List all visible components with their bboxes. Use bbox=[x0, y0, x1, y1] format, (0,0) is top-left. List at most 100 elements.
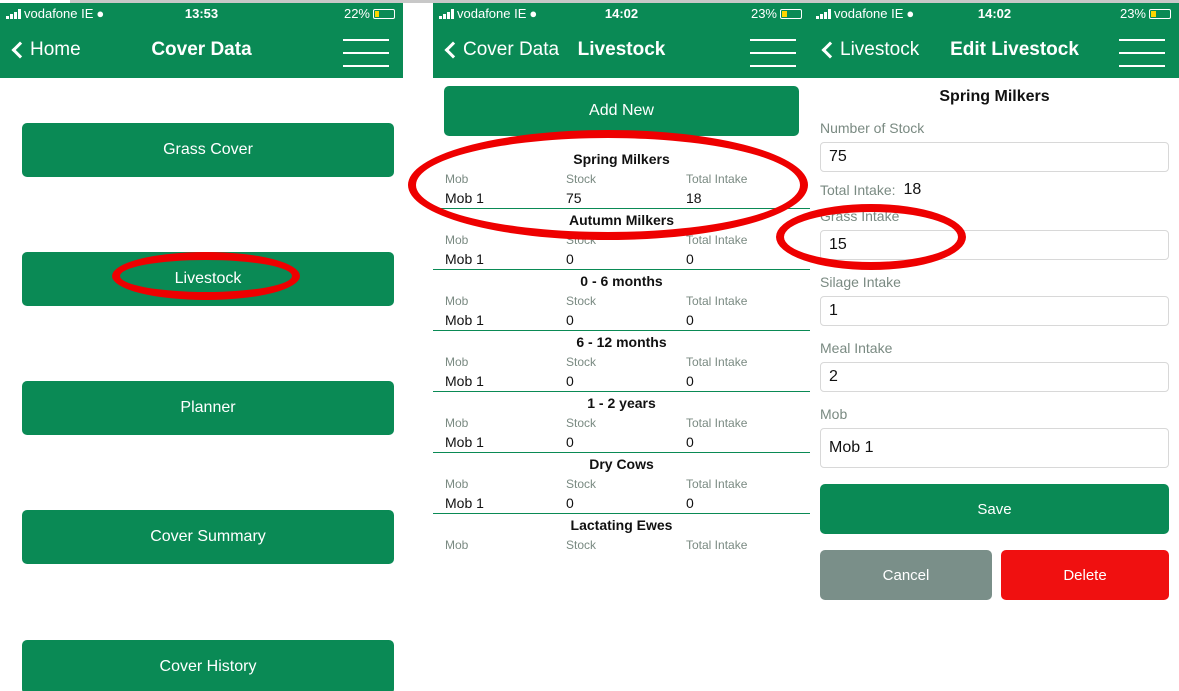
stock-header: Stock bbox=[566, 233, 597, 247]
nav-bar: Livestock Edit Livestock bbox=[810, 23, 1179, 78]
total-intake-header: Total Intake bbox=[686, 477, 748, 491]
hamburger-menu-icon[interactable] bbox=[343, 39, 389, 69]
stock-value: 0 bbox=[566, 251, 574, 267]
header: vodafone IE ● 14:02 23% Cover Data Lives… bbox=[433, 3, 810, 78]
total-intake-value: 0 bbox=[686, 251, 694, 267]
total-intake-header: Total Intake bbox=[686, 416, 748, 430]
livestock-group[interactable]: 6 - 12 months Mob Stock Total Intake Mob 1… bbox=[433, 331, 810, 392]
mob-header: Mob bbox=[445, 294, 469, 308]
mob-header: Mob bbox=[445, 233, 469, 247]
nav-bar: Cover Data Livestock bbox=[433, 23, 810, 78]
stock-value: 0 bbox=[566, 312, 574, 328]
silage-intake-input[interactable]: 1 bbox=[820, 296, 1169, 326]
edit-form: Spring Milkers Number of Stock 75 Total … bbox=[810, 88, 1179, 600]
number-of-stock-input[interactable]: 75 bbox=[820, 142, 1169, 172]
hamburger-menu-icon[interactable] bbox=[750, 39, 796, 69]
mob-value: Mob 1 bbox=[445, 373, 484, 389]
total-intake-header: Total Intake bbox=[686, 172, 748, 186]
mob-header: Mob bbox=[445, 416, 469, 430]
total-intake-value: 18 bbox=[903, 181, 922, 198]
livestock-group[interactable]: Autumn Milkers Mob Stock Total Intake Mob … bbox=[433, 209, 810, 270]
header: vodafone IE ● 13:53 22% Home Cover Data bbox=[0, 3, 403, 78]
mob-header: Mob bbox=[445, 172, 469, 186]
silage-intake-label: Silage Intake bbox=[820, 274, 901, 290]
livestock-list: Spring Milkers Mob Stock Total Intake Mob … bbox=[433, 148, 810, 554]
planner-button[interactable]: Planner bbox=[22, 381, 394, 435]
mob-input[interactable]: Mob 1 bbox=[820, 428, 1169, 468]
header: vodafone IE ● 14:02 23% Livestock Edit L… bbox=[810, 3, 1179, 78]
status-bar: vodafone IE ● 13:53 22% bbox=[0, 3, 403, 23]
total-intake-value: 0 bbox=[686, 434, 694, 450]
cover-summary-button[interactable]: Cover Summary bbox=[22, 510, 394, 564]
group-title: Lactating Ewes bbox=[570, 517, 673, 533]
cover-history-button[interactable]: Cover History bbox=[22, 640, 394, 691]
battery-icon bbox=[373, 8, 395, 19]
battery-percent: 22% bbox=[343, 6, 370, 21]
total-intake-value: 0 bbox=[686, 373, 694, 389]
mob-value: Mob 1 bbox=[445, 251, 484, 267]
stock-header: Stock bbox=[566, 355, 597, 369]
group-title: Dry Cows bbox=[589, 456, 654, 472]
battery-icon bbox=[1149, 8, 1171, 19]
total-intake-header: Total Intake bbox=[686, 355, 748, 369]
stock-header: Stock bbox=[566, 538, 597, 552]
livestock-screen: vodafone IE ● 14:02 23% Cover Data Lives… bbox=[433, 3, 810, 691]
stock-value: 75 bbox=[566, 190, 582, 206]
stock-header: Stock bbox=[566, 172, 597, 186]
nav-bar: Home Cover Data bbox=[0, 23, 403, 78]
status-bar: vodafone IE ● 14:02 23% bbox=[810, 3, 1179, 23]
meal-intake-input[interactable]: 2 bbox=[820, 362, 1169, 392]
mob-header: Mob bbox=[445, 477, 469, 491]
stock-value: 0 bbox=[566, 373, 574, 389]
edit-livestock-screen: vodafone IE ● 14:02 23% Livestock Edit L… bbox=[810, 3, 1179, 691]
total-intake-row: Total Intake: 18 bbox=[820, 180, 1169, 200]
stock-value: 0 bbox=[566, 434, 574, 450]
stock-value: 0 bbox=[566, 495, 574, 511]
stock-header: Stock bbox=[566, 294, 597, 308]
cancel-button[interactable]: Cancel bbox=[820, 550, 992, 600]
group-title: 1 - 2 years bbox=[587, 395, 656, 411]
total-intake-value: 0 bbox=[686, 495, 694, 511]
grass-intake-input[interactable]: 15 bbox=[820, 230, 1169, 260]
status-bar: vodafone IE ● 14:02 23% bbox=[433, 3, 810, 23]
mob-value: Mob 1 bbox=[445, 495, 484, 511]
meal-intake-label: Meal Intake bbox=[820, 340, 893, 356]
chevron-left-icon bbox=[821, 41, 839, 59]
number-of-stock-label: Number of Stock bbox=[820, 120, 925, 136]
total-intake-header: Total Intake bbox=[686, 233, 748, 247]
screenshot-composite: vodafone IE ● 13:53 22% Home Cover Data … bbox=[0, 0, 1179, 691]
stock-header: Stock bbox=[566, 416, 597, 430]
total-intake-value: 18 bbox=[686, 190, 702, 206]
battery-percent: 23% bbox=[1119, 6, 1146, 21]
mob-header: Mob bbox=[445, 538, 469, 552]
mob-value: Mob 1 bbox=[445, 434, 484, 450]
stock-header: Stock bbox=[566, 477, 597, 491]
livestock-group[interactable]: Spring Milkers Mob Stock Total Intake Mob … bbox=[433, 148, 810, 209]
group-title: Autumn Milkers bbox=[568, 212, 674, 228]
livestock-group[interactable]: 0 - 6 months Mob Stock Total Intake Mob 1 0… bbox=[433, 270, 810, 331]
hamburger-menu-icon[interactable] bbox=[1119, 39, 1165, 69]
cover-data-screen: vodafone IE ● 13:53 22% Home Cover Data … bbox=[0, 3, 403, 691]
grass-intake-label: Grass Intake bbox=[820, 208, 900, 224]
mob-header: Mob bbox=[445, 355, 469, 369]
group-title: 0 - 6 months bbox=[580, 273, 663, 289]
livestock-group[interactable]: Dry Cows Mob Stock Total Intake Mob 1 0 0 bbox=[433, 453, 810, 514]
clock: 13:53 bbox=[184, 6, 219, 21]
total-intake-header: Total Intake bbox=[686, 294, 748, 308]
delete-button[interactable]: Delete bbox=[1001, 550, 1169, 600]
total-intake-header: Total Intake bbox=[686, 538, 748, 552]
section-title: Spring Milkers bbox=[939, 88, 1050, 105]
grass-cover-button[interactable]: Grass Cover bbox=[22, 123, 394, 177]
mob-value: Mob 1 bbox=[445, 312, 484, 328]
total-intake-value: 0 bbox=[686, 312, 694, 328]
total-intake-label: Total Intake: bbox=[820, 182, 896, 198]
livestock-button[interactable]: Livestock bbox=[22, 252, 394, 306]
livestock-group[interactable]: 1 - 2 years Mob Stock Total Intake Mob 1 0 0 bbox=[433, 392, 810, 453]
add-new-button[interactable]: Add New bbox=[444, 86, 799, 136]
group-title: 6 - 12 months bbox=[576, 334, 667, 350]
battery-icon bbox=[780, 8, 802, 19]
save-button[interactable]: Save bbox=[820, 484, 1169, 534]
mob-value: Mob 1 bbox=[445, 190, 484, 206]
mob-label: Mob bbox=[820, 406, 848, 422]
livestock-group[interactable]: Lactating Ewes Mob Stock Total Intake bbox=[433, 514, 810, 554]
